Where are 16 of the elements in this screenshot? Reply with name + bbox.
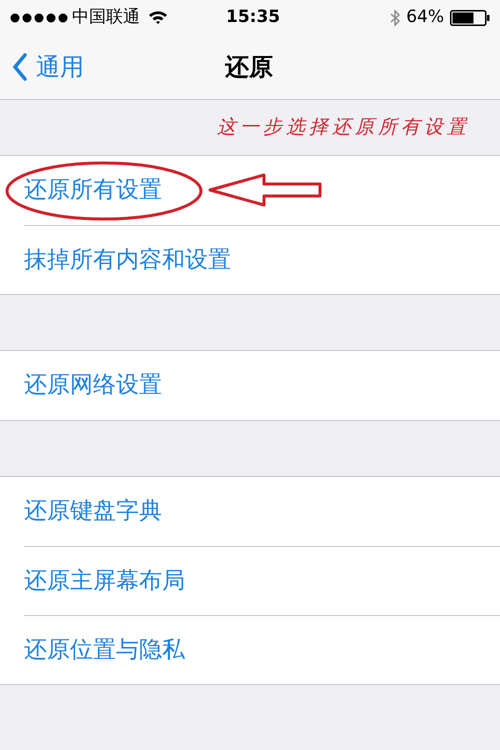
back-button[interactable]: 通用 bbox=[12, 49, 84, 85]
carrier-name: 中国联通 bbox=[72, 6, 140, 29]
battery-icon bbox=[450, 10, 490, 26]
annotation-note: 这一步选择还原所有设置 bbox=[217, 115, 470, 140]
chevron-left-icon bbox=[12, 53, 28, 81]
bluetooth-icon bbox=[390, 8, 400, 26]
signal-icon bbox=[10, 12, 68, 22]
status-time: 15:35 bbox=[226, 6, 280, 29]
page-title: 还原 bbox=[225, 52, 273, 83]
wifi-icon bbox=[148, 10, 168, 25]
menu-item[interactable]: 还原键盘字典 bbox=[24, 494, 162, 529]
menu-item[interactable]: 还原主屏幕布局 bbox=[24, 564, 185, 598]
battery-percent: 64% bbox=[406, 6, 444, 29]
menu-item[interactable]: 抹掉所有内容和设置 bbox=[24, 242, 231, 278]
menu-item[interactable]: 还原位置与隐私 bbox=[24, 632, 185, 668]
menu-item[interactable]: 还原网络设置 bbox=[24, 368, 162, 403]
